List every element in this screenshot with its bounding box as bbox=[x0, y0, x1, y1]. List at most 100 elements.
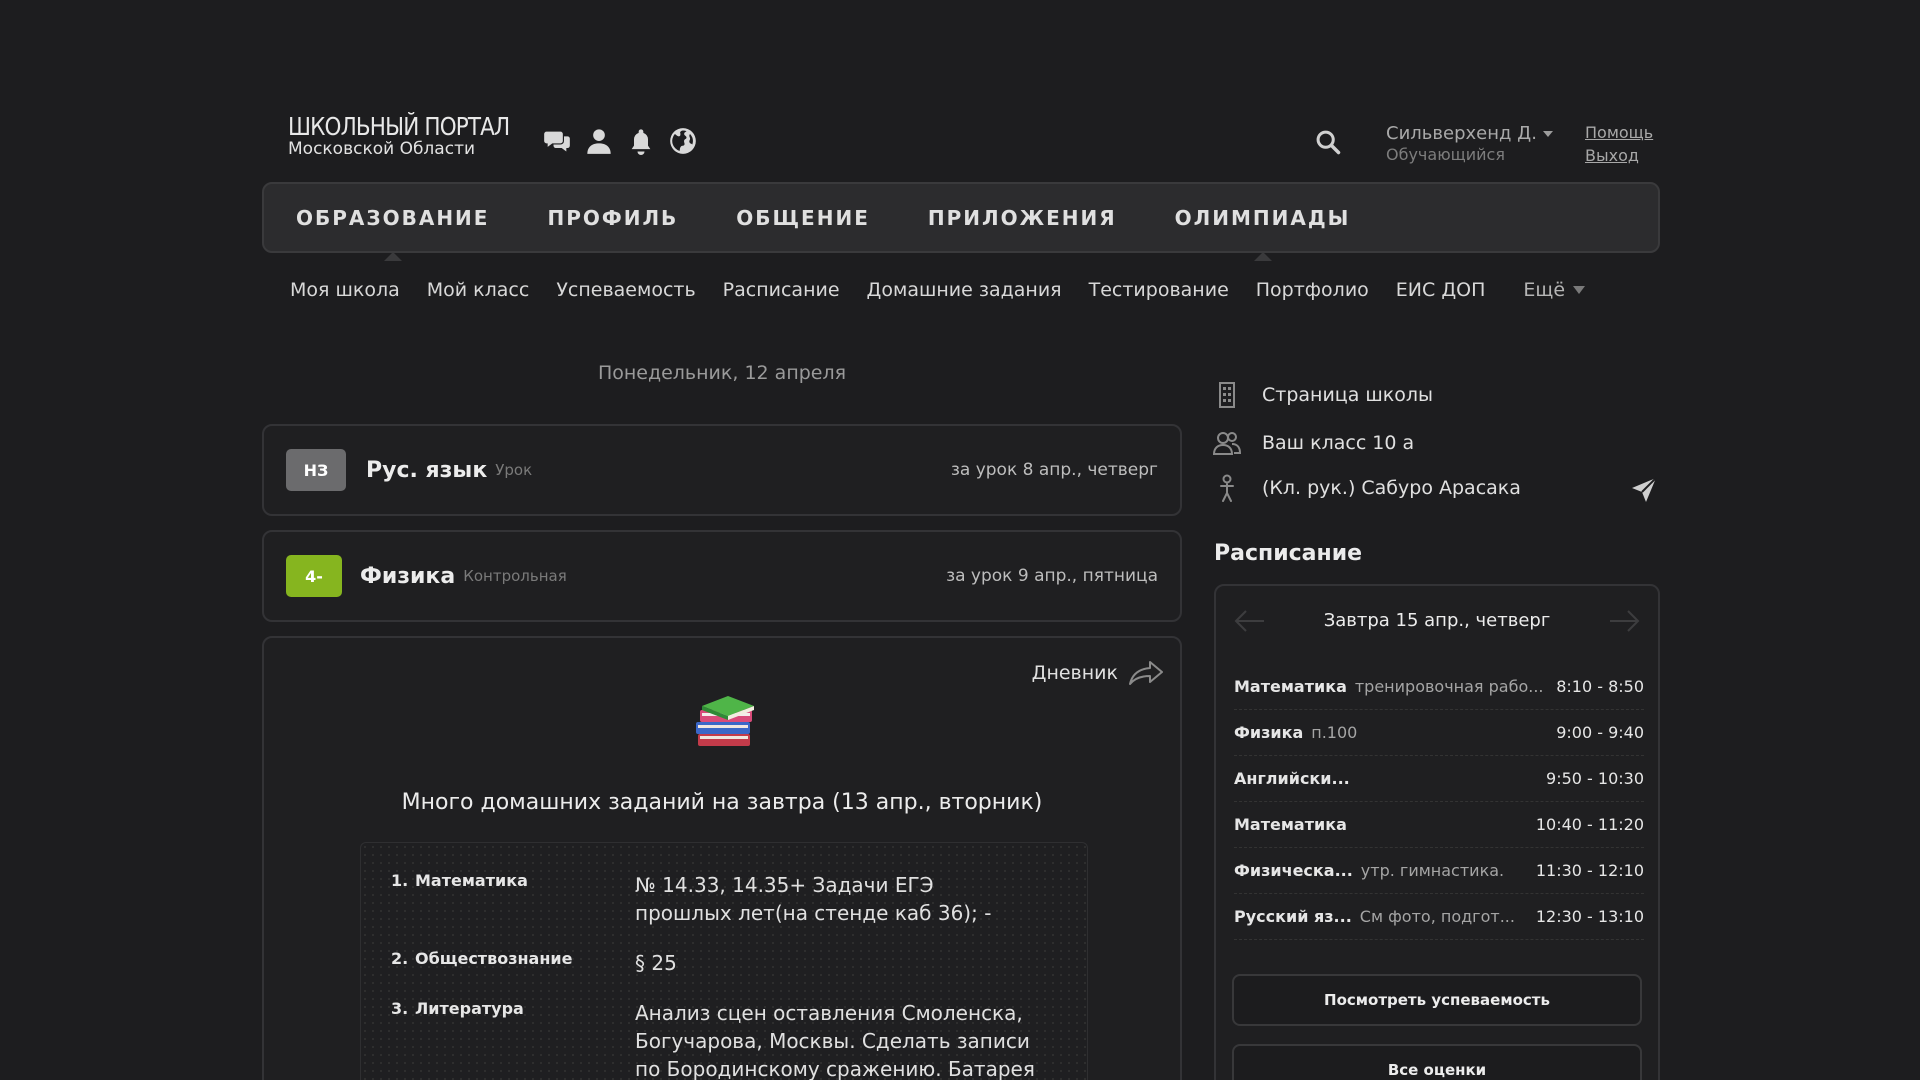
sub-nav-my-school[interactable]: Моя школа bbox=[290, 279, 400, 301]
homework-subject: Литература bbox=[415, 999, 524, 1018]
sub-nav-schedule[interactable]: Расписание bbox=[723, 279, 840, 301]
schedule-row[interactable]: Английски... 9:50 - 10:30 bbox=[1234, 756, 1644, 802]
building-icon bbox=[1219, 382, 1235, 408]
schedule-title: Расписание bbox=[1214, 541, 1363, 566]
schedule-time: 9:00 - 9:40 bbox=[1556, 723, 1644, 742]
globe-icon[interactable] bbox=[668, 126, 697, 155]
sub-nav-testing[interactable]: Тестирование bbox=[1089, 279, 1229, 301]
header-links: Помощь Выход bbox=[1585, 121, 1653, 167]
schedule-time: 12:30 - 13:10 bbox=[1535, 907, 1644, 926]
grade-subject: Рус. язык bbox=[366, 457, 488, 483]
portal-logo[interactable]: ШКОЛЬНЫЙ ПОРТАЛ Московской Области bbox=[288, 114, 545, 158]
user-menu[interactable]: Сильверхенд Д. Обучающийся bbox=[1386, 122, 1553, 166]
sub-nav-more[interactable]: Ещё bbox=[1523, 279, 1586, 301]
schedule-subject: Физика bbox=[1234, 723, 1304, 742]
schedule-note: тренировочная рабо... bbox=[1354, 677, 1544, 696]
schedule-subject: Английски... bbox=[1234, 769, 1350, 788]
homework-task: № 14.33, 14.35+ Задачи ЕГЭ прошлых лет(н… bbox=[635, 873, 992, 925]
sub-nav-my-class[interactable]: Мой класс bbox=[427, 279, 530, 301]
share-arrow-icon bbox=[1129, 661, 1163, 685]
users-icon bbox=[1212, 432, 1242, 455]
sub-nav-eis-dop[interactable]: ЕИС ДОП bbox=[1396, 279, 1486, 301]
main-nav-education[interactable]: ОБРАЗОВАНИЕ bbox=[296, 206, 489, 261]
school-page-label: Страница школы bbox=[1262, 384, 1434, 406]
homework-subject: Обществознание bbox=[415, 949, 573, 968]
homework-list: 1. Математика № 14.33, 14.35+ Задачи ЕГЭ… bbox=[360, 842, 1088, 1080]
diary-link[interactable]: Дневник bbox=[1032, 660, 1164, 686]
grade-badge: 4- bbox=[286, 555, 342, 597]
sub-nav-performance[interactable]: Успеваемость bbox=[556, 279, 695, 301]
sub-nav-portfolio[interactable]: Портфолио bbox=[1256, 279, 1369, 301]
grade-card[interactable]: 4- Физика Контрольная за урок 9 апр., пя… bbox=[262, 530, 1182, 622]
main-nav-communication[interactable]: ОБЩЕНИЕ bbox=[736, 206, 870, 230]
homework-item: 3. Литература Анализ сцен оставления Смо… bbox=[391, 999, 1057, 1080]
grade-date: за урок 9 апр., пятница bbox=[946, 566, 1158, 586]
schedule-subject: Физическа... bbox=[1234, 861, 1353, 880]
schedule-card: Завтра 15 апр., четверг Математика тренир… bbox=[1214, 584, 1660, 1080]
homework-card: Дневник Много домашних заданий на завтра… bbox=[262, 636, 1182, 1080]
schedule-row[interactable]: Математика тренировочная рабо... 8:10 - 8:… bbox=[1234, 664, 1644, 710]
homework-title: Много домашних заданий на завтра (13 апр… bbox=[401, 790, 1043, 815]
school-page-link[interactable]: Страница школы bbox=[1212, 381, 1433, 409]
schedule-note: утр. гимнастика. bbox=[1360, 861, 1505, 880]
send-message-icon[interactable] bbox=[1630, 476, 1658, 504]
teacher-icon bbox=[1220, 474, 1234, 502]
user-role: Обучающийся bbox=[1386, 145, 1505, 165]
grade-badge: НЗ bbox=[286, 449, 346, 491]
homework-item: 1. Математика № 14.33, 14.35+ Задачи ЕГЭ… bbox=[391, 871, 1057, 927]
user-icon[interactable] bbox=[584, 126, 613, 155]
logout-link[interactable]: Выход bbox=[1585, 144, 1653, 167]
main-nav-apps[interactable]: ПРИЛОЖЕНИЯ bbox=[928, 206, 1117, 230]
search-icon[interactable] bbox=[1314, 128, 1342, 156]
main-nav: ОБРАЗОВАНИЕ ПРОФИЛЬ ОБЩЕНИЕ ПРИЛОЖЕНИЯ О… bbox=[262, 182, 1660, 261]
schedule-row[interactable]: Математика 10:40 - 11:20 bbox=[1234, 802, 1644, 848]
diary-link-label: Дневник bbox=[1031, 662, 1118, 684]
schedule-subject: Математика bbox=[1234, 815, 1347, 834]
schedule-day: Завтра 15 апр., четверг bbox=[1323, 610, 1551, 631]
schedule-list: Математика тренировочная рабо... 8:10 - 8:… bbox=[1234, 664, 1644, 940]
grade-card[interactable]: НЗ Рус. язык Урок за урок 8 апр., четвер… bbox=[262, 424, 1182, 516]
view-performance-button[interactable]: Посмотреть успеваемость bbox=[1232, 974, 1642, 1026]
homework-num: 2. bbox=[391, 949, 409, 968]
logo-subtitle: Московской Области bbox=[288, 139, 476, 159]
arrow-right-icon[interactable] bbox=[1608, 608, 1642, 634]
schedule-time: 9:50 - 10:30 bbox=[1546, 769, 1644, 788]
homework-item: 2. Обществознание § 25 bbox=[391, 949, 1057, 977]
grade-subject: Физика bbox=[360, 563, 456, 589]
teacher-label: (Кл. рук.) Сабуро Арасака bbox=[1262, 477, 1521, 499]
help-link[interactable]: Помощь bbox=[1585, 121, 1653, 144]
all-grades-button[interactable]: Все оценки bbox=[1232, 1044, 1642, 1080]
schedule-row[interactable]: Физическа... утр. гимнастика. 11:30 - 12:1… bbox=[1234, 848, 1644, 894]
homework-num: 1. bbox=[391, 871, 409, 890]
schedule-row[interactable]: Физика п.100 9:00 - 9:40 bbox=[1234, 710, 1644, 756]
class-label: Ваш класс 10 а bbox=[1262, 432, 1415, 454]
schedule-note: См фото, подгот... bbox=[1359, 907, 1515, 926]
grade-type: Контрольная bbox=[463, 567, 567, 585]
chat-icon[interactable] bbox=[542, 126, 571, 155]
schedule-row[interactable]: Русский яз... См фото, подгот... 12:30 - 1… bbox=[1234, 894, 1644, 940]
date-title: Понедельник, 12 апреля bbox=[597, 362, 847, 384]
homework-task: Анализ сцен оставления Смоленска, Богуча… bbox=[635, 1001, 1035, 1080]
sub-nav-homework[interactable]: Домашние задания bbox=[867, 279, 1062, 301]
grade-type: Урок bbox=[495, 461, 533, 479]
homework-task: § 25 bbox=[635, 951, 677, 975]
teacher-link[interactable]: (Кл. рук.) Сабуро Арасака bbox=[1212, 474, 1521, 502]
homework-num: 3. bbox=[391, 999, 409, 1018]
chevron-down-icon bbox=[1573, 286, 1586, 294]
top-icon-bar bbox=[542, 126, 697, 155]
schedule-time: 10:40 - 11:20 bbox=[1535, 815, 1644, 834]
homework-subject: Математика bbox=[415, 871, 528, 890]
schedule-time: 8:10 - 8:50 bbox=[1556, 677, 1644, 696]
sub-nav: Моя школа Мой класс Успеваемость Расписа… bbox=[290, 279, 1612, 301]
books-icon bbox=[696, 696, 754, 746]
schedule-time: 11:30 - 12:10 bbox=[1535, 861, 1644, 880]
schedule-subject: Математика bbox=[1234, 677, 1347, 696]
bell-icon[interactable] bbox=[626, 126, 655, 155]
schedule-subject: Русский яз... bbox=[1234, 907, 1352, 926]
user-name[interactable]: Сильверхенд Д. bbox=[1386, 122, 1553, 145]
chevron-down-icon bbox=[1542, 131, 1553, 137]
main-nav-profile[interactable]: ПРОФИЛЬ bbox=[547, 206, 678, 230]
class-link[interactable]: Ваш класс 10 а bbox=[1212, 429, 1414, 457]
logo-title: ШКОЛЬНЫЙ ПОРТАЛ bbox=[288, 112, 510, 141]
main-nav-olympiads[interactable]: ОЛИМПИАДЫ bbox=[1175, 206, 1351, 261]
